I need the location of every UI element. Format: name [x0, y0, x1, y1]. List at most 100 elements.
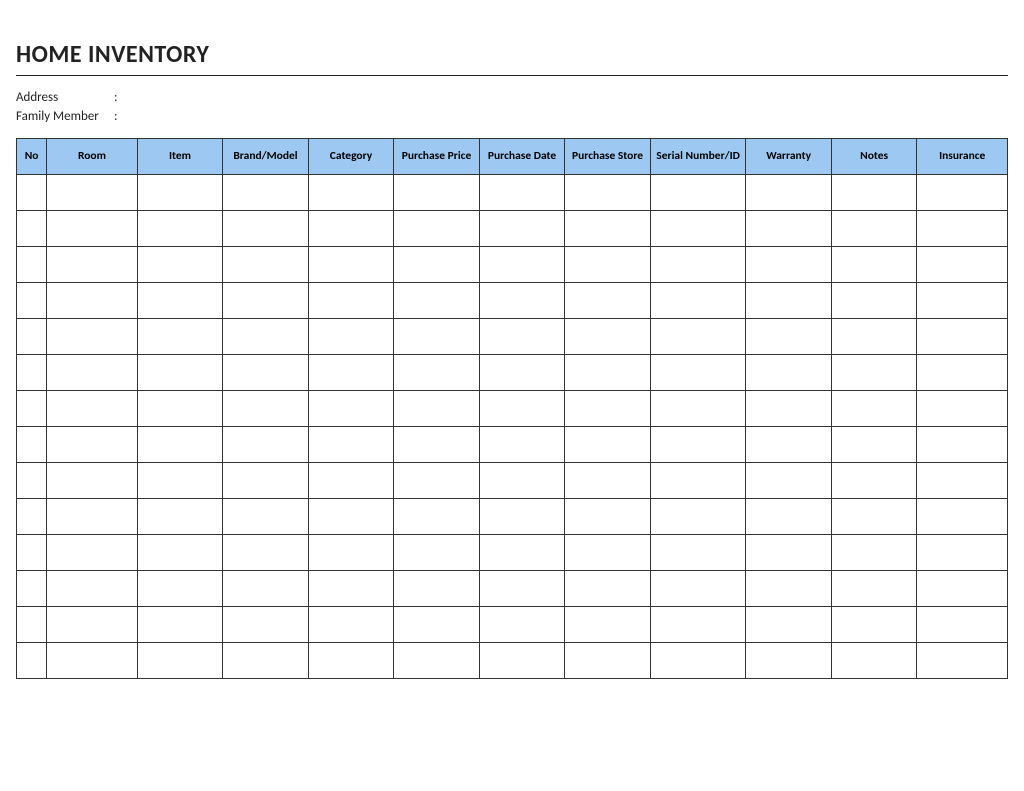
cell-room — [47, 283, 138, 319]
table-row — [17, 391, 1008, 427]
cell-brand — [223, 283, 309, 319]
header-room: Room — [47, 139, 138, 175]
cell-brand — [223, 607, 309, 643]
cell-serial — [650, 175, 746, 211]
cell-no — [17, 175, 47, 211]
cell-serial — [650, 535, 746, 571]
cell-room — [47, 247, 138, 283]
table-row — [17, 571, 1008, 607]
cell-date — [479, 175, 565, 211]
cell-serial — [650, 319, 746, 355]
cell-store — [565, 571, 651, 607]
cell-date — [479, 247, 565, 283]
cell-category — [308, 535, 394, 571]
header-price: Purchase Price — [394, 139, 480, 175]
cell-price — [394, 427, 480, 463]
title-rule — [16, 75, 1008, 76]
cell-serial — [650, 463, 746, 499]
cell-no — [17, 319, 47, 355]
cell-store — [565, 391, 651, 427]
cell-warranty — [746, 391, 832, 427]
cell-store — [565, 355, 651, 391]
cell-no — [17, 247, 47, 283]
cell-date — [479, 607, 565, 643]
table-row — [17, 283, 1008, 319]
cell-brand — [223, 319, 309, 355]
cell-insurance — [917, 355, 1008, 391]
cell-brand — [223, 571, 309, 607]
cell-serial — [650, 571, 746, 607]
cell-notes — [831, 175, 917, 211]
cell-item — [137, 247, 223, 283]
page-title: HOME INVENTORY — [16, 40, 1008, 69]
cell-no — [17, 283, 47, 319]
cell-price — [394, 319, 480, 355]
cell-price — [394, 175, 480, 211]
cell-price — [394, 643, 480, 679]
inventory-table: No Room Item Brand/Model Category Purcha… — [16, 138, 1008, 679]
cell-store — [565, 643, 651, 679]
cell-serial — [650, 499, 746, 535]
cell-warranty — [746, 319, 832, 355]
cell-notes — [831, 571, 917, 607]
cell-warranty — [746, 283, 832, 319]
cell-brand — [223, 643, 309, 679]
table-row — [17, 319, 1008, 355]
cell-notes — [831, 535, 917, 571]
cell-item — [137, 535, 223, 571]
cell-no — [17, 607, 47, 643]
cell-category — [308, 643, 394, 679]
cell-serial — [650, 643, 746, 679]
cell-serial — [650, 211, 746, 247]
cell-room — [47, 607, 138, 643]
cell-insurance — [917, 499, 1008, 535]
cell-serial — [650, 283, 746, 319]
table-row — [17, 427, 1008, 463]
header-no: No — [17, 139, 47, 175]
cell-no — [17, 355, 47, 391]
cell-brand — [223, 247, 309, 283]
cell-category — [308, 247, 394, 283]
cell-room — [47, 319, 138, 355]
header-date: Purchase Date — [479, 139, 565, 175]
address-colon: : — [114, 90, 117, 105]
cell-store — [565, 211, 651, 247]
cell-item — [137, 211, 223, 247]
cell-brand — [223, 175, 309, 211]
cell-date — [479, 499, 565, 535]
cell-warranty — [746, 607, 832, 643]
cell-insurance — [917, 283, 1008, 319]
cell-room — [47, 427, 138, 463]
cell-insurance — [917, 427, 1008, 463]
cell-notes — [831, 211, 917, 247]
cell-insurance — [917, 535, 1008, 571]
cell-item — [137, 283, 223, 319]
cell-category — [308, 463, 394, 499]
cell-warranty — [746, 535, 832, 571]
cell-category — [308, 355, 394, 391]
cell-insurance — [917, 247, 1008, 283]
cell-price — [394, 607, 480, 643]
cell-price — [394, 571, 480, 607]
meta-family: Family Member : — [16, 109, 1008, 124]
cell-brand — [223, 463, 309, 499]
cell-category — [308, 427, 394, 463]
cell-store — [565, 535, 651, 571]
cell-room — [47, 463, 138, 499]
cell-no — [17, 391, 47, 427]
cell-item — [137, 607, 223, 643]
cell-insurance — [917, 211, 1008, 247]
cell-room — [47, 391, 138, 427]
cell-warranty — [746, 175, 832, 211]
family-colon: : — [114, 109, 117, 124]
cell-category — [308, 175, 394, 211]
cell-store — [565, 607, 651, 643]
cell-store — [565, 499, 651, 535]
cell-no — [17, 463, 47, 499]
address-label: Address — [16, 90, 111, 105]
cell-insurance — [917, 319, 1008, 355]
cell-room — [47, 175, 138, 211]
cell-notes — [831, 355, 917, 391]
cell-date — [479, 535, 565, 571]
cell-serial — [650, 427, 746, 463]
